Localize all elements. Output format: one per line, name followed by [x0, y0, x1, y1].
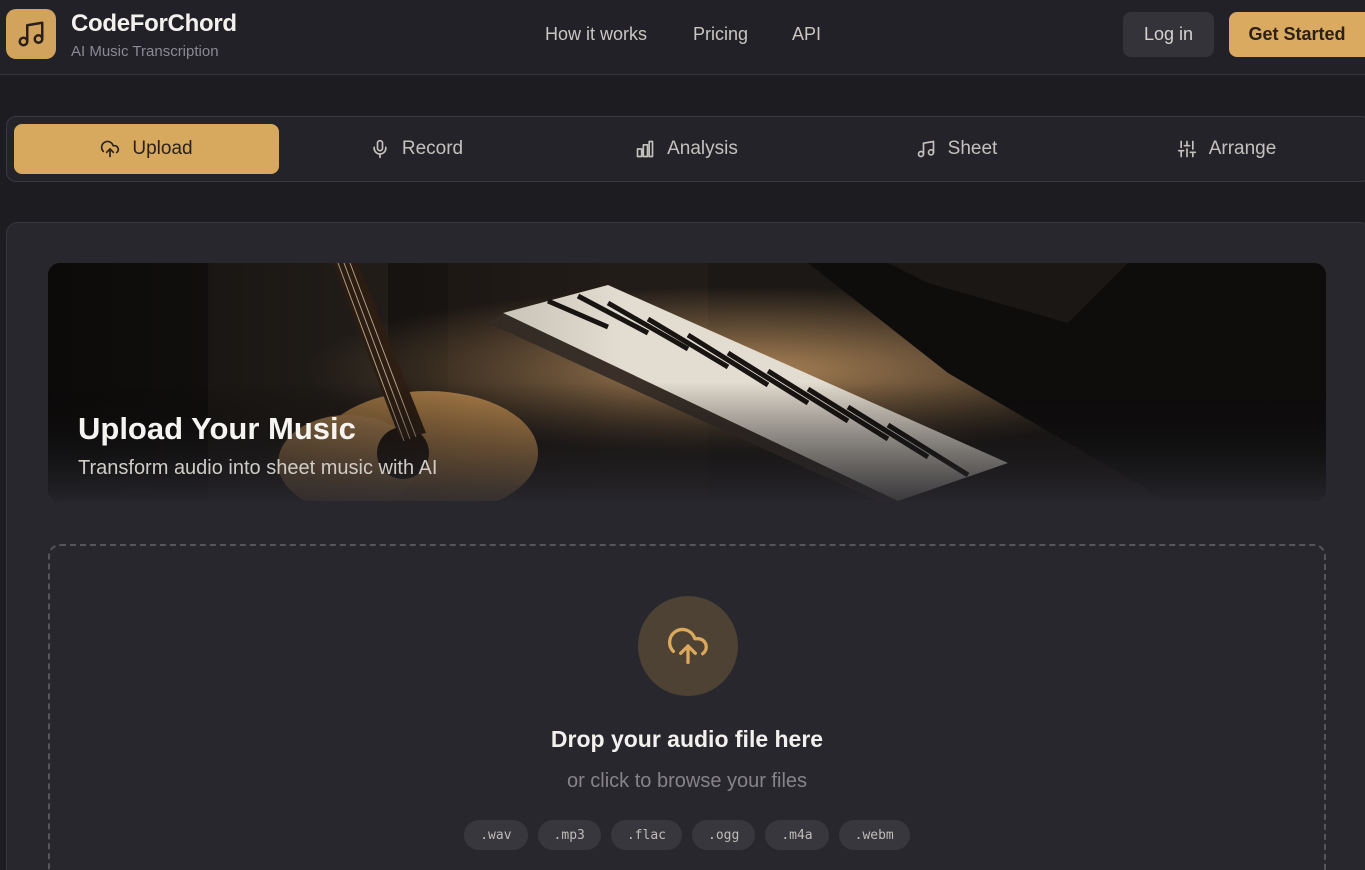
top-header: CodeForChord AI Music Transcription How … — [0, 0, 1365, 75]
sliders-icon — [1177, 140, 1196, 158]
tab-arrange[interactable]: Arrange — [1094, 124, 1359, 174]
tab-sheet[interactable]: Sheet — [824, 124, 1089, 174]
bar-chart-icon — [636, 140, 654, 158]
tab-label: Analysis — [667, 138, 738, 159]
format-badge-mp3: .mp3 — [537, 820, 601, 850]
format-badge-webm: .webm — [838, 820, 910, 850]
tab-upload[interactable]: Upload — [14, 124, 279, 174]
browse-files-link[interactable]: or click to browse your files — [50, 770, 1324, 793]
tab-label: Record — [401, 138, 464, 159]
format-badge-m4a: .m4a — [765, 820, 829, 850]
music-note-icon[interactable] — [6, 9, 56, 59]
music-note-icon — [917, 140, 935, 158]
hero-subtitle: Transform audio into sheet music with AI — [78, 457, 438, 479]
hero-title: Upload Your Music — [78, 411, 356, 446]
nav-link-pricing[interactable]: Pricing — [693, 24, 748, 45]
hero-banner: Upload Your Music Transform audio into s… — [48, 263, 1326, 501]
microphone-icon — [373, 139, 387, 159]
brand-tagline: AI Music Transcription — [71, 43, 219, 60]
format-badge-flac: .flac — [610, 820, 682, 850]
supported-formats: .wav .mp3 .flac .ogg .m4a .webm — [50, 820, 1324, 850]
tab-label: Sheet — [947, 138, 998, 159]
file-dropzone[interactable]: Drop your audio file here or click to br… — [48, 544, 1326, 870]
upload-cloud-icon — [101, 140, 120, 158]
tab-label: Upload — [132, 138, 193, 159]
workflow-tabs: Upload Record Analysis Sheet Arrange — [6, 116, 1365, 182]
format-badge-wav: .wav — [464, 820, 528, 850]
format-badge-ogg: .ogg — [692, 820, 756, 850]
nav-link-api[interactable]: API — [792, 24, 821, 45]
tab-record[interactable]: Record — [284, 124, 549, 174]
tab-analysis[interactable]: Analysis — [554, 124, 819, 174]
nav-link-how-it-works[interactable]: How it works — [545, 24, 647, 45]
upload-card: Upload Your Music Transform audio into s… — [6, 222, 1365, 870]
get-started-button[interactable]: Get Started — [1229, 12, 1365, 57]
dropzone-title: Drop your audio file here — [550, 726, 824, 752]
upload-cloud-icon[interactable] — [638, 596, 738, 696]
login-button[interactable]: Log in — [1123, 12, 1214, 57]
tab-label: Arrange — [1208, 138, 1277, 159]
brand-name[interactable]: CodeForChord — [71, 10, 237, 38]
